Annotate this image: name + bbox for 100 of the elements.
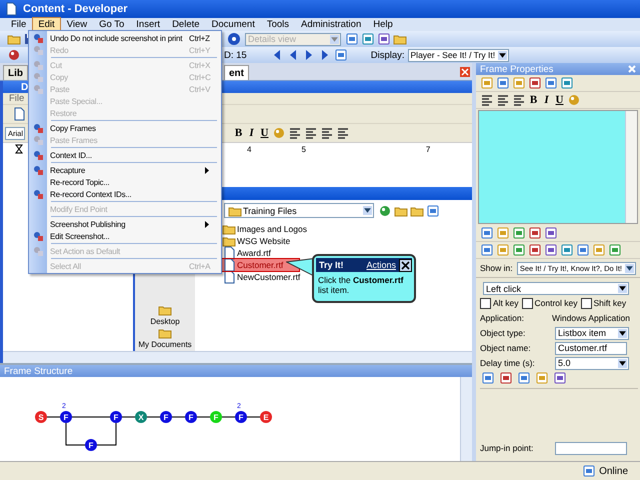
app-icon (4, 2, 18, 16)
frame-node[interactable]: S (35, 411, 47, 423)
field-label: Application: (480, 313, 525, 323)
menu-item[interactable]: Re-record Topic... (29, 176, 217, 188)
file-list-entry[interactable]: Award.rtf (221, 247, 299, 259)
dropdown-arrow-icon (625, 264, 634, 272)
ruler-number: 4 (247, 144, 252, 154)
file-list-entry[interactable]: Images and Logos (221, 223, 307, 235)
id-label: D: 15 (224, 50, 247, 60)
format-button[interactable]: I (245, 126, 258, 140)
align-icon[interactable] (512, 93, 526, 107)
tab[interactable]: Lib (3, 65, 28, 80)
format-button[interactable]: I (540, 94, 553, 106)
field-label: Show in: (480, 263, 513, 273)
document-menu-item[interactable]: File (9, 93, 24, 104)
jump-in-field[interactable] (555, 442, 627, 454)
actions-link[interactable]: Actions (366, 260, 396, 270)
key-checkbox[interactable]: Control key (522, 298, 578, 308)
ruler-number: 5 (301, 144, 306, 154)
display-label: Display: (370, 50, 405, 60)
menu-item[interactable]: Delete (167, 18, 205, 31)
format-button[interactable]: B (232, 126, 246, 140)
align-icon[interactable] (304, 126, 318, 140)
frame-node[interactable]: F (110, 411, 122, 423)
document-title: D (21, 82, 28, 92)
file-list-entry[interactable]: WSG Website (221, 235, 299, 247)
folder-combo[interactable]: Training Files (224, 203, 374, 218)
action-combo[interactable]: Left click (483, 282, 629, 295)
status-text: Online (599, 466, 628, 476)
frame-node[interactable]: F (185, 411, 197, 423)
field-label: Object type: (480, 328, 526, 338)
scrollbar[interactable] (625, 111, 637, 223)
menu-item[interactable]: Recapture (29, 164, 217, 176)
window-title: Content - Developer (23, 3, 128, 15)
menu-item[interactable]: Undo Do not include screenshot in print Ctrl+Z (29, 32, 217, 44)
scrollbar[interactable] (460, 377, 472, 461)
menu-item[interactable]: Go To (94, 18, 130, 31)
frame-node[interactable]: F (60, 411, 72, 423)
key-checkbox[interactable]: Shift key (580, 298, 626, 308)
menu-item[interactable]: Tools (262, 18, 294, 31)
menu-item[interactable]: View (62, 18, 92, 31)
dropdown-arrow-icon (330, 34, 339, 44)
frame-node[interactable]: F (85, 439, 97, 451)
connector-line (222, 416, 236, 418)
dropdown-arrow-icon (618, 284, 627, 293)
scrollbar[interactable] (3, 351, 472, 363)
key-checkbox[interactable]: Alt key (480, 298, 519, 308)
object-type-combo[interactable]: Listbox item (555, 326, 629, 340)
connector-line (196, 416, 210, 418)
dropdown-arrow-icon (363, 206, 372, 215)
menu-item[interactable]: Re-record Context IDs... (29, 188, 217, 200)
frame-node[interactable]: E (260, 411, 272, 423)
help-icon[interactable] (227, 32, 241, 46)
menu-item[interactable]: Document (206, 18, 260, 31)
connector-line (46, 416, 60, 418)
align-icon[interactable] (496, 93, 510, 107)
menu-item[interactable]: Insert (131, 18, 166, 31)
format-button[interactable]: B (527, 94, 540, 106)
ruler-number: 7 (426, 144, 430, 154)
field-label: Jump-in point: (480, 443, 534, 453)
field-label: Delay time (s): (480, 358, 536, 368)
align-icon[interactable] (480, 93, 494, 107)
panel-title: Frame Structure (4, 366, 73, 376)
connector-line (72, 416, 110, 418)
frame-node[interactable]: F (160, 411, 172, 423)
menu-item[interactable]: Edit (33, 18, 60, 31)
format-button[interactable]: U (553, 94, 566, 106)
file-list-entry[interactable]: NewCustomer.rtf (221, 271, 300, 283)
menu-item[interactable]: Administration (296, 18, 366, 31)
new-page-icon[interactable] (12, 107, 26, 121)
menu-item[interactable]: Edit Screenshot... (29, 230, 217, 242)
dropdown-arrow-icon (618, 358, 627, 368)
document-icon (222, 258, 236, 272)
align-icon[interactable] (320, 126, 334, 140)
align-icon[interactable] (288, 126, 302, 140)
dropdown-arrow-icon (498, 50, 508, 60)
frame-node[interactable]: X (135, 411, 147, 423)
object-name-field[interactable]: Customer.rtf (555, 342, 627, 354)
delay-combo[interactable]: 5.0 (555, 356, 629, 370)
frame-node[interactable]: F (235, 411, 247, 423)
place-label[interactable]: My Documents (138, 340, 192, 349)
callout-text: Click the Customer.rtf list item. (317, 274, 405, 298)
hourglass-icon (15, 144, 23, 154)
dropdown-arrow-icon (618, 328, 627, 338)
close-icon[interactable] (399, 258, 412, 272)
list-icon[interactable] (336, 126, 350, 140)
field-value: Windows Application (552, 313, 630, 323)
display-combo[interactable]: Player - See It! / Try It! (408, 48, 510, 62)
menu-item[interactable]: Screenshot Publishing (29, 218, 217, 230)
callout-title: Try It! (319, 260, 344, 270)
menu-item[interactable]: Help (368, 18, 398, 31)
format-button[interactable]: U (258, 126, 272, 140)
tab[interactable]: ent (224, 65, 249, 80)
connector-line (146, 416, 160, 418)
panel-title: Frame Properties (480, 64, 554, 74)
connector-line (246, 416, 260, 418)
menu-item[interactable]: Copy Frames (29, 122, 217, 134)
menu-item[interactable]: File (6, 18, 32, 31)
place-label[interactable]: Desktop (150, 317, 180, 326)
menu-item[interactable]: Context ID... (29, 149, 217, 161)
